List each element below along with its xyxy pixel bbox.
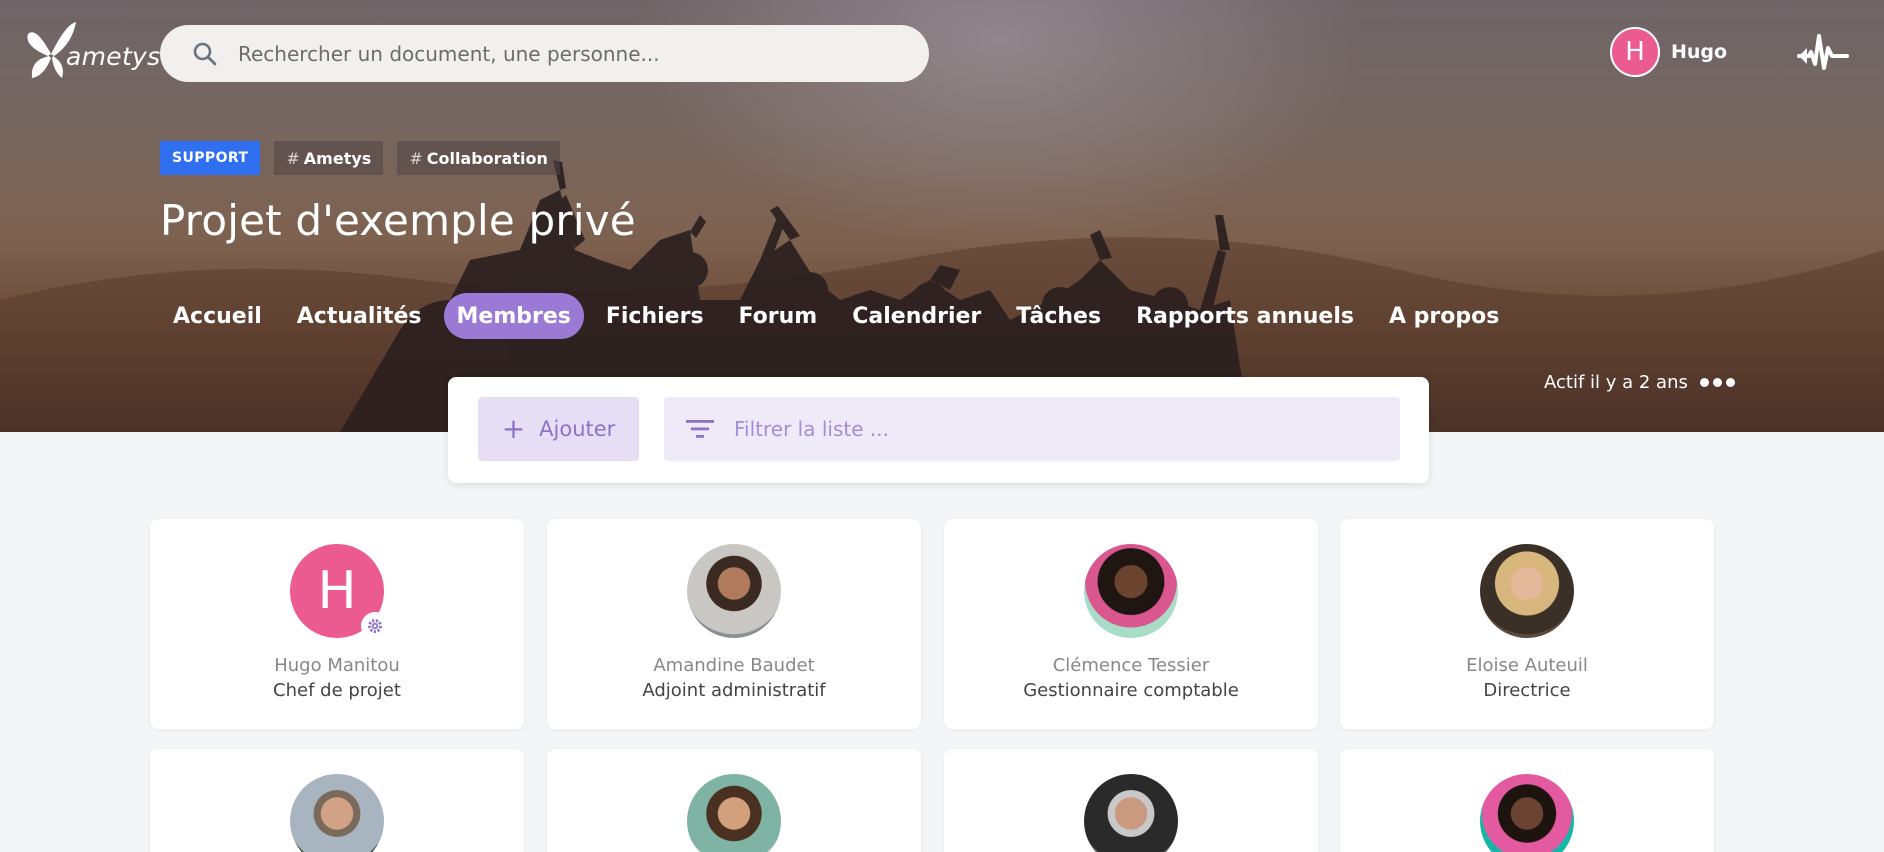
add-member-button[interactable]: + Ajouter (478, 397, 639, 461)
ametys-logo[interactable]: ametys (26, 20, 160, 82)
members-toolbar: + Ajouter (448, 377, 1429, 483)
activity-status: Actif il y a 2 ans (1544, 372, 1735, 393)
tag-support[interactable]: SUPPORT (160, 141, 261, 175)
logo-text: ametys (66, 41, 161, 71)
member-avatar (1480, 774, 1574, 852)
hash-icon: # (409, 148, 423, 168)
project-banner: ametys H Hugo SUPPORT # Ametys # Collabo… (0, 0, 1884, 432)
member-card[interactable] (150, 749, 524, 852)
project-tags: SUPPORT # Ametys # Collaboration (160, 141, 560, 175)
project-nav: Accueil Actualités Membres Fichiers Foru… (160, 293, 1521, 339)
search-icon (193, 42, 217, 65)
member-avatar (1084, 774, 1178, 852)
tag-ametys[interactable]: # Ametys (274, 141, 384, 175)
member-avatar (687, 544, 781, 638)
activity-pulse-icon[interactable] (1797, 30, 1849, 74)
member-card[interactable]: Clémence Tessier Gestionnaire comptable (944, 519, 1318, 729)
nav-forum[interactable]: Forum (726, 293, 831, 339)
hash-icon: # (286, 148, 300, 168)
member-card[interactable] (547, 749, 921, 852)
member-role: Directrice (1483, 680, 1571, 701)
filter-icon (686, 420, 714, 438)
member-name: Clémence Tessier (1052, 655, 1210, 676)
project-title: Projet d'exemple privé (160, 196, 636, 245)
search-input[interactable] (238, 41, 929, 66)
user-menu[interactable]: H Hugo (1610, 27, 1727, 77)
nav-accueil[interactable]: Accueil (160, 293, 275, 339)
user-name[interactable]: Hugo (1671, 41, 1727, 63)
nav-taches[interactable]: Tâches (1003, 293, 1114, 339)
member-avatar (1480, 544, 1574, 638)
member-role: Gestionnaire comptable (1023, 680, 1239, 701)
global-search[interactable] (160, 25, 929, 82)
member-card[interactable]: Eloise Auteuil Directrice (1340, 519, 1714, 729)
nav-rapports-annuels[interactable]: Rapports annuels (1123, 293, 1367, 339)
member-role: Chef de projet (273, 680, 401, 701)
filter-input[interactable] (734, 417, 1400, 441)
more-options-icon[interactable] (1699, 378, 1735, 387)
activity-status-text: Actif il y a 2 ans (1544, 372, 1688, 393)
member-name: Amandine Baudet (653, 655, 815, 676)
member-avatar (1084, 544, 1178, 638)
add-button-label: Ajouter (539, 417, 616, 441)
member-name: Hugo Manitou (274, 655, 400, 676)
member-name: Eloise Auteuil (1466, 655, 1588, 676)
member-card[interactable]: H Hugo Manitou Chef de projet (150, 519, 524, 729)
tag-collaboration[interactable]: # Collaboration (397, 141, 560, 175)
plus-icon: + (501, 412, 526, 445)
nav-fichiers[interactable]: Fichiers (593, 293, 717, 339)
user-avatar[interactable]: H (1610, 27, 1660, 77)
tag-label: Ametys (303, 148, 372, 168)
nav-actualites[interactable]: Actualités (284, 293, 435, 339)
tag-label: Collaboration (426, 148, 548, 168)
filter-field[interactable] (664, 397, 1400, 461)
nav-membres[interactable]: Membres (443, 293, 584, 339)
nav-a-propos[interactable]: A propos (1376, 293, 1512, 339)
member-card[interactable]: Amandine Baudet Adjoint administratif (547, 519, 921, 729)
member-card[interactable] (1340, 749, 1714, 852)
member-role: Adjoint administratif (642, 680, 826, 701)
nav-calendrier[interactable]: Calendrier (839, 293, 994, 339)
member-card[interactable] (944, 749, 1318, 852)
manager-gear-icon (361, 612, 389, 640)
member-avatar (687, 774, 781, 852)
member-avatar (290, 774, 384, 852)
